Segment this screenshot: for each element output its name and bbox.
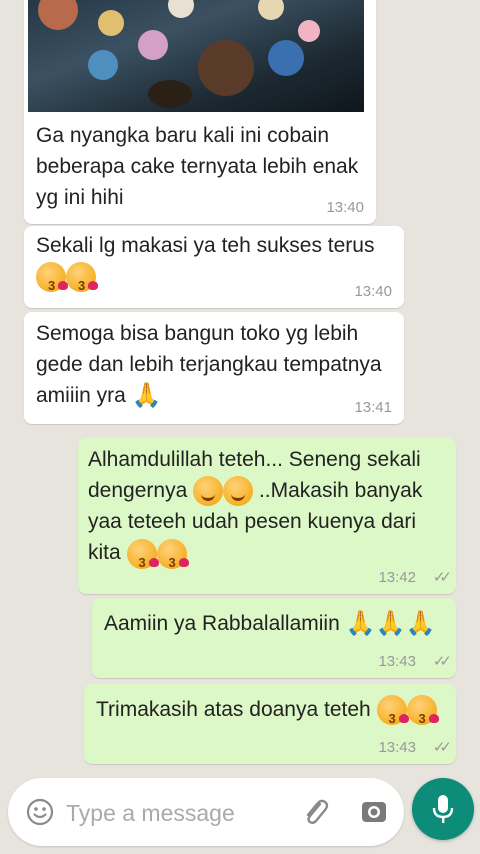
folded-hands-icon: 🙏: [345, 610, 376, 638]
face-blowing-kiss-icon: [406, 695, 439, 734]
outgoing-message[interactable]: Aamiin ya Rabbalallamiin 🙏🙏🙏 13:43 ✓✓: [92, 598, 456, 678]
message-input[interactable]: [64, 792, 288, 834]
incoming-message[interactable]: Ga nyangka baru kali ini cobain beberapa…: [24, 0, 376, 224]
message-text: Aamiin ya Rabbalallamiin: [104, 612, 340, 635]
voice-message-button[interactable]: [412, 778, 474, 840]
face-blowing-kiss-icon: [376, 695, 409, 734]
message-body: Aamiin ya Rabbalallamiin 🙏🙏🙏: [104, 608, 450, 639]
face-blowing-kiss-icon: [66, 262, 98, 301]
paperclip-icon[interactable]: [300, 796, 330, 828]
message-input-bar: [8, 778, 404, 846]
face-blowing-kiss-icon: [126, 538, 159, 578]
face-blowing-kiss-icon: [36, 262, 68, 301]
emoji-icon[interactable]: [26, 798, 54, 826]
folded-hands-icon: 🙏: [375, 610, 406, 638]
message-body: Sekali lg makasi ya teh sukses terus: [36, 230, 396, 301]
microphone-icon: [431, 793, 455, 825]
message-time: 13:42: [378, 569, 416, 586]
smiling-face-icon: [193, 476, 224, 507]
camera-icon[interactable]: [360, 798, 388, 826]
message-time: 13:40: [354, 283, 392, 300]
message-time: 13:40: [326, 199, 364, 216]
folded-hands-icon: 🙏: [131, 382, 162, 410]
double-check-icon: ✓✓: [432, 653, 452, 670]
incoming-message[interactable]: Sekali lg makasi ya teh sukses terus 13:…: [24, 226, 404, 308]
message-text: Ga nyangka baru kali ini cobain beberapa…: [36, 124, 359, 209]
message-time: 13:43: [378, 653, 416, 670]
outgoing-message[interactable]: Alhamdulillah teteh... Seneng sekali den…: [78, 438, 456, 594]
message-time: 13:41: [354, 399, 392, 416]
cake-photo[interactable]: [28, 0, 364, 112]
face-blowing-kiss-icon: [156, 538, 189, 578]
message-text: Trimakasih atas doanya teteh: [96, 698, 371, 721]
double-check-icon: ✓✓: [432, 739, 452, 756]
message-time: 13:43: [378, 739, 416, 756]
incoming-message[interactable]: Semoga bisa bangun toko yg lebih gede da…: [24, 312, 404, 424]
smiling-face-icon: [223, 476, 254, 507]
message-text: Sekali lg makasi ya teh sukses terus: [36, 234, 375, 257]
folded-hands-icon: 🙏: [405, 610, 436, 638]
double-check-icon: ✓✓: [432, 569, 452, 586]
message-body: Alhamdulillah teteh... Seneng sekali den…: [88, 444, 450, 578]
message-body: Trimakasih atas doanya teteh: [96, 694, 450, 734]
message-body: Semoga bisa bangun toko yg lebih gede da…: [36, 318, 392, 411]
outgoing-message[interactable]: Trimakasih atas doanya teteh 13:43 ✓✓: [84, 684, 456, 764]
message-text: Semoga bisa bangun toko yg lebih gede da…: [36, 322, 382, 407]
